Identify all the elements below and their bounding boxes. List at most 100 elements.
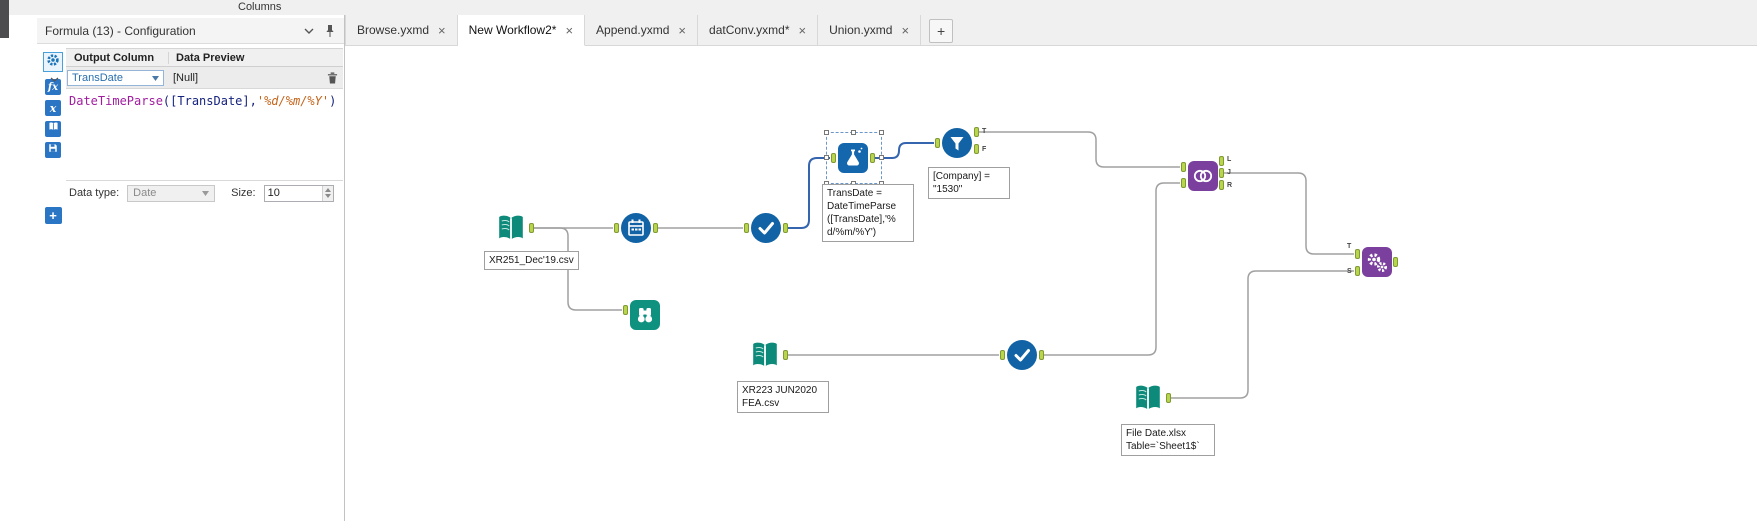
data-preview-header: Data Preview (176, 51, 245, 64)
input-data-tool-node-2[interactable] (749, 339, 781, 376)
input-book-icon (1136, 385, 1160, 410)
save-icon (47, 141, 59, 159)
collapse-chevron-icon[interactable] (304, 28, 314, 34)
size-stepper[interactable] (322, 185, 333, 201)
tab-close-icon[interactable]: × (799, 24, 807, 37)
selection-handle[interactable] (851, 130, 856, 135)
stepper-up-icon (325, 188, 332, 192)
output-anchor[interactable] (783, 223, 788, 233)
input2-label[interactable]: XR223 JUN2020 FEA.csv (737, 381, 829, 413)
select-tool-node-1[interactable] (751, 213, 781, 248)
select-tool-node-2[interactable] (1007, 340, 1037, 375)
tab-close-icon[interactable]: × (678, 24, 686, 37)
checkmark-icon (1007, 340, 1037, 370)
tab-append-yxmd[interactable]: Append.yxmd × (585, 15, 699, 45)
output-anchor-j[interactable] (1219, 168, 1224, 178)
tab-close-icon[interactable]: × (901, 24, 909, 37)
filter-annotation[interactable]: [Company] = "1530" (928, 167, 1010, 199)
anchor-letter-r: R (1227, 182, 1233, 189)
output-anchor-r[interactable] (1219, 180, 1224, 190)
configuration-panel: Formula (13) - Configuration fx x + Outp… (0, 15, 345, 521)
pin-icon[interactable] (324, 24, 336, 38)
input-anchor-target[interactable] (1355, 249, 1360, 259)
row-expander-chevron[interactable] (50, 69, 59, 87)
expression-function: DateTimeParse (69, 94, 163, 108)
anchor-letter-t: T (982, 128, 987, 135)
formula-grid: Output Column Data Preview TransDate [Nu… (66, 48, 343, 205)
output-anchor[interactable] (783, 350, 788, 360)
delete-row-button[interactable] (327, 71, 338, 84)
input-anchor[interactable] (744, 223, 749, 233)
insert-variable-button[interactable]: x (45, 100, 61, 116)
input-data-tool-node-3[interactable] (1132, 382, 1164, 419)
tab-close-icon[interactable]: × (438, 24, 446, 37)
output-anchor-l[interactable] (1219, 156, 1224, 166)
window-edge-fragment (0, 0, 9, 38)
dropdown-caret-icon (202, 187, 210, 199)
formula-tool-node-selected[interactable] (838, 143, 868, 178)
output-anchor[interactable] (1393, 257, 1398, 267)
tab-new-workflow2[interactable]: New Workflow2* × (457, 15, 586, 46)
functions-library-button[interactable] (45, 121, 61, 137)
variable-x-icon: x (49, 101, 57, 115)
new-workflow-tab-button[interactable]: + (929, 19, 954, 43)
tab-label: Union.yxmd (829, 23, 893, 37)
size-input[interactable] (264, 185, 323, 201)
anchor-letter-l: L (1227, 156, 1232, 163)
input-data-tool-node-1[interactable] (495, 212, 527, 249)
tab-label: Browse.yxmd (357, 23, 430, 37)
input-anchor-left[interactable] (1181, 162, 1186, 172)
input-anchor[interactable] (831, 153, 836, 163)
selection-handle[interactable] (824, 155, 829, 160)
input-anchor-right[interactable] (1181, 178, 1186, 188)
tab-union-yxmd[interactable]: Union.yxmd × (818, 15, 922, 45)
formula-annotation[interactable]: TransDate = DateTimeParse ([TransDate],'… (822, 184, 914, 242)
output-anchor[interactable] (529, 223, 534, 233)
formula-row: TransDate [Null] (66, 67, 343, 89)
configuration-panel-title-bar: Formula (13) - Configuration (37, 18, 344, 44)
output-column-header: Output Column (66, 51, 169, 64)
expression-string: '%d/%m/%Y' (256, 94, 330, 108)
anchor-letter-s: S (1347, 268, 1352, 275)
input1-label[interactable]: XR251_Dec'19.csv (484, 251, 579, 270)
selection-handle[interactable] (824, 130, 829, 135)
browse-tool-node[interactable] (630, 300, 660, 335)
tab-browse-yxmd[interactable]: Browse.yxmd × (345, 15, 458, 45)
datetime-tool-node[interactable] (621, 213, 651, 248)
expression-args: ([TransDate], (162, 94, 257, 108)
workflow-tab-bar: Browse.yxmd × New Workflow2* × Append.yx… (345, 15, 1757, 46)
selection-handle[interactable] (879, 130, 884, 135)
tab-datconv-yxmd[interactable]: datConv.yxmd* × (698, 15, 819, 45)
output-anchor[interactable] (1039, 350, 1044, 360)
output-anchor-false[interactable] (974, 144, 979, 154)
output-anchor-true[interactable] (974, 127, 979, 137)
funnel-icon (942, 128, 972, 158)
output-anchor[interactable] (1166, 393, 1171, 403)
data-type-dropdown[interactable]: Date (127, 184, 216, 202)
input-anchor-source[interactable] (1355, 266, 1360, 276)
output-anchor[interactable] (653, 223, 658, 233)
join-tool-node[interactable] (1188, 161, 1218, 196)
append-fields-tool-node[interactable] (1362, 247, 1392, 282)
filter-tool-node[interactable] (942, 128, 972, 163)
input-anchor[interactable] (1000, 350, 1005, 360)
size-label: Size: (231, 187, 256, 199)
input3-label[interactable]: File Date.xlsx Table=`Sheet1$` (1121, 424, 1215, 456)
alteryx-designer-window: Columns Formula (13) - Configuration fx … (0, 0, 1757, 521)
tab-label: New Workflow2* (468, 23, 557, 37)
add-column-button[interactable]: + (44, 207, 62, 224)
workflow-canvas[interactable] (345, 45, 1757, 521)
expression-editor[interactable]: DateTimeParse([TransDate],'%d/%m/%Y') (66, 89, 343, 181)
join-venn-icon (1188, 161, 1218, 191)
input-anchor[interactable] (623, 305, 628, 315)
data-preview-value: [Null] (173, 71, 199, 84)
output-column-dropdown[interactable]: TransDate (67, 69, 164, 86)
configuration-panel-title: Formula (13) - Configuration (45, 23, 196, 38)
anchor-letter-f: F (982, 146, 987, 153)
tab-close-icon[interactable]: × (565, 24, 573, 37)
output-anchor[interactable] (870, 153, 875, 163)
input-anchor[interactable] (935, 138, 940, 148)
input-anchor[interactable] (614, 223, 619, 233)
selection-handle[interactable] (879, 155, 884, 160)
save-expression-button[interactable] (45, 142, 61, 158)
